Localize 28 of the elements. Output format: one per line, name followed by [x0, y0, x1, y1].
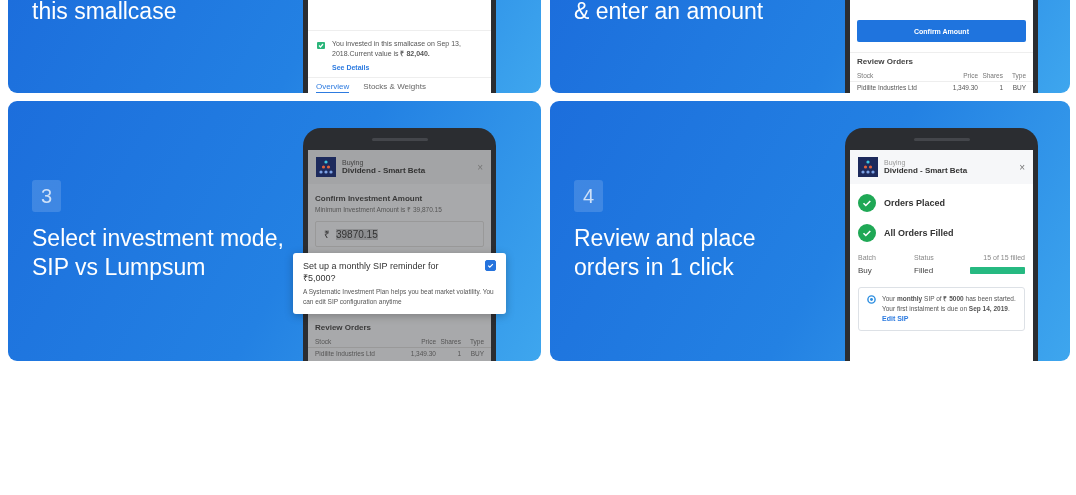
- checkbox[interactable]: [485, 260, 496, 271]
- step-number: 3: [32, 180, 61, 212]
- card-title: Review and place orders in 1 click: [574, 224, 757, 282]
- tab[interactable]: Overview: [316, 82, 350, 93]
- step-number: 4: [574, 180, 603, 212]
- field-value: Filled: [914, 266, 935, 275]
- card-title: this smallcase: [32, 0, 178, 22]
- tab[interactable]: Stocks & Weights: [363, 82, 426, 93]
- section-heading: Review Orders: [314, 322, 373, 334]
- section-heading: Confirm Investment Amount: [314, 194, 424, 203]
- close-button[interactable]: ×: [1019, 161, 1025, 173]
- smallcase-name: Dividend - Smart Beta: [342, 166, 427, 175]
- check-bag-icon: [316, 40, 326, 50]
- logo-icon: [858, 157, 878, 177]
- amount-input-field[interactable]: ₹ 39870.15: [315, 221, 484, 247]
- status-text: All Orders Filled: [884, 228, 954, 238]
- field-value: Buy: [858, 266, 873, 275]
- info-dot-icon: [867, 295, 876, 304]
- card-title: Select investment mode, SIP vs Lumpsum: [32, 224, 285, 282]
- check-circle-icon: [858, 194, 876, 212]
- checkmark-icon: [486, 261, 495, 270]
- check-circle-icon: [858, 224, 876, 242]
- logo-icon: [316, 157, 336, 177]
- status-text: Orders Placed: [884, 198, 946, 208]
- card-title: & enter an amount: [574, 0, 765, 22]
- section-heading: Review Orders: [850, 52, 1033, 70]
- smallcase-name: Dividend - Smart Beta: [884, 166, 969, 175]
- popup-title: Set up a monthly SIP reminder for ₹5,000?: [303, 260, 440, 284]
